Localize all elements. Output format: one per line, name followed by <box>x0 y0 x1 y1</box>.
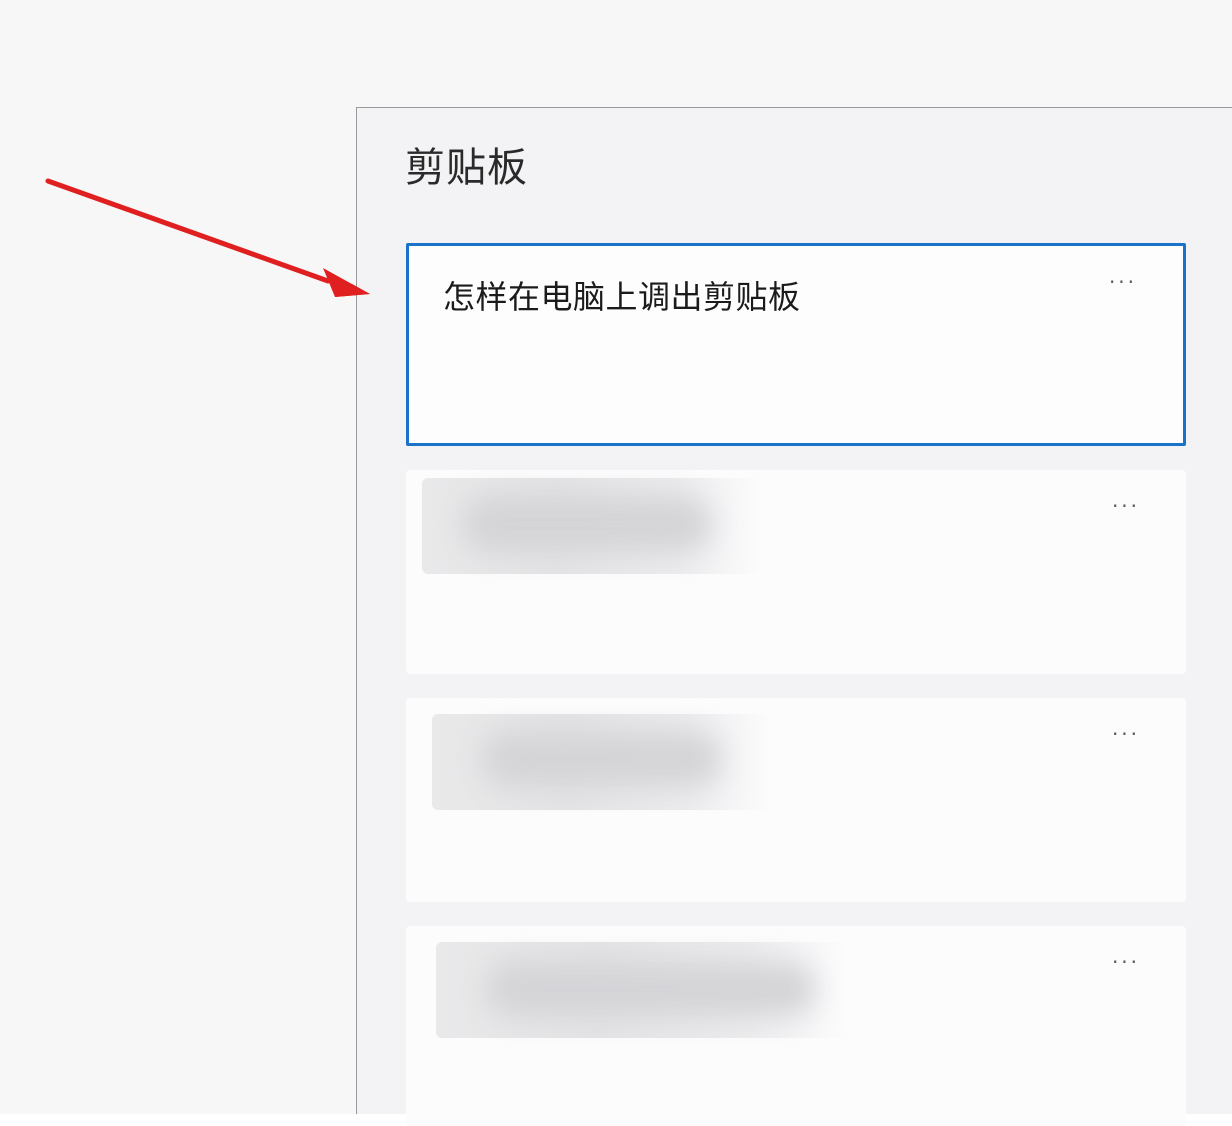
panel-title: 剪贴板 <box>405 145 528 191</box>
blurred-content <box>436 942 846 1038</box>
blur-blob <box>462 496 712 552</box>
clipboard-item-4[interactable]: ··· <box>406 926 1186 1126</box>
blurred-content <box>432 714 772 810</box>
clipboard-panel: 剪贴板 怎样在电脑上调出剪贴板 ··· ··· ··· ··· <box>356 107 1232 1126</box>
clipboard-item-text: 怎样在电脑上调出剪贴板 <box>443 278 801 316</box>
blurred-content <box>422 478 762 574</box>
clipboard-item-2[interactable]: ··· <box>406 470 1186 674</box>
blur-blob <box>482 732 722 786</box>
more-options-button[interactable]: ··· <box>1106 950 1146 974</box>
more-options-button[interactable]: ··· <box>1103 270 1143 294</box>
more-options-button[interactable]: ··· <box>1106 722 1146 746</box>
clipboard-item-3[interactable]: ··· <box>406 698 1186 902</box>
blur-blob <box>486 962 816 1016</box>
clipboard-item-1[interactable]: 怎样在电脑上调出剪贴板 ··· <box>406 243 1186 446</box>
more-options-button[interactable]: ··· <box>1106 494 1146 518</box>
